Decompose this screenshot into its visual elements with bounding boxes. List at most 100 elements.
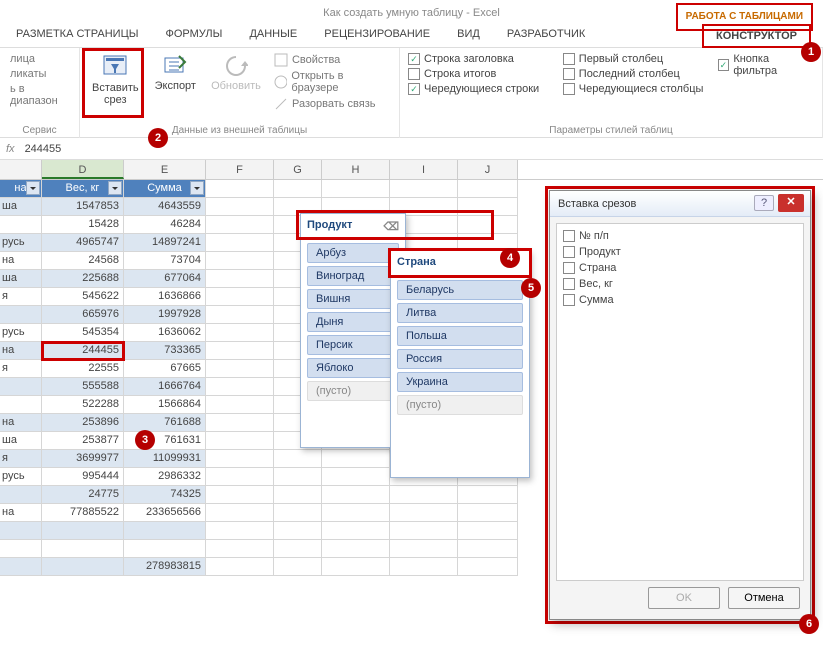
cell[interactable]: 46284	[124, 216, 206, 234]
cell[interactable]	[390, 504, 458, 522]
cell[interactable]	[322, 540, 390, 558]
cell[interactable]	[390, 522, 458, 540]
cell[interactable]: 677064	[124, 270, 206, 288]
table-header-weight[interactable]: Вес, кг	[42, 180, 124, 198]
cell[interactable]	[42, 558, 124, 576]
cell[interactable]	[206, 378, 274, 396]
cell[interactable]	[206, 198, 274, 216]
insert-slicers-dialog[interactable]: Вставка срезов ? ✕ № п/пПродуктСтранаВес…	[549, 190, 811, 620]
ok-button[interactable]: OK	[648, 587, 720, 609]
cell[interactable]	[0, 522, 42, 540]
cell[interactable]: 1636866	[124, 288, 206, 306]
cell[interactable]: я	[0, 288, 42, 306]
chk-total-row[interactable]: Строка итогов	[408, 67, 555, 81]
slicer-item[interactable]: Украина	[397, 372, 523, 392]
slicer-item[interactable]: Виноград	[307, 266, 399, 286]
slicer-item[interactable]: Польша	[397, 326, 523, 346]
cell[interactable]	[206, 252, 274, 270]
tab-design[interactable]: КОНСТРУКТОР	[702, 24, 811, 48]
cell[interactable]	[274, 468, 322, 486]
cell[interactable]: 1636062	[124, 324, 206, 342]
dialog-field-checkbox[interactable]: Страна	[561, 260, 799, 276]
slicer-item[interactable]: Персик	[307, 335, 399, 355]
slicer-item-empty[interactable]: (пусто)	[397, 395, 523, 415]
btn-properties[interactable]: Свойства	[272, 52, 391, 68]
cell[interactable]: 545622	[42, 288, 124, 306]
cell[interactable]: 67665	[124, 360, 206, 378]
cell[interactable]: 995444	[42, 468, 124, 486]
cell[interactable]: 24775	[42, 486, 124, 504]
filter-dropdown-icon[interactable]	[26, 181, 40, 195]
col-header-F[interactable]: F	[206, 160, 274, 179]
cell[interactable]	[206, 360, 274, 378]
cancel-button[interactable]: Отмена	[728, 587, 800, 609]
cell[interactable]	[274, 486, 322, 504]
cell[interactable]: 22555	[42, 360, 124, 378]
cell[interactable]	[206, 432, 274, 450]
slicer-item[interactable]: Арбуз	[307, 243, 399, 263]
cell[interactable]	[206, 486, 274, 504]
cell[interactable]: на	[0, 414, 42, 432]
slicer-item[interactable]: Литва	[397, 303, 523, 323]
cell[interactable]: 74325	[124, 486, 206, 504]
cell[interactable]: 733365	[124, 342, 206, 360]
cell[interactable]	[0, 216, 42, 234]
chk-banded-cols[interactable]: Чередующиеся столбцы	[563, 82, 710, 96]
cell[interactable]	[274, 450, 322, 468]
cell[interactable]	[206, 522, 274, 540]
cell[interactable]	[0, 306, 42, 324]
col-header-D[interactable]: D	[42, 160, 124, 179]
tab-review[interactable]: РЕЦЕНЗИРОВАНИЕ	[312, 24, 442, 44]
cell[interactable]	[322, 450, 390, 468]
cell[interactable]: 665976	[42, 306, 124, 324]
cell[interactable]	[124, 522, 206, 540]
cell[interactable]: русь	[0, 468, 42, 486]
cell[interactable]	[322, 486, 390, 504]
cell[interactable]: я	[0, 450, 42, 468]
cell[interactable]	[206, 414, 274, 432]
dialog-field-checkbox[interactable]: № п/п	[561, 228, 799, 244]
cell[interactable]	[458, 486, 518, 504]
cell[interactable]	[206, 468, 274, 486]
cell[interactable]: 233656566	[124, 504, 206, 522]
table-header-country[interactable]: на	[0, 180, 42, 198]
cell[interactable]	[274, 522, 322, 540]
cell[interactable]: я	[0, 360, 42, 378]
cell[interactable]	[0, 540, 42, 558]
cell[interactable]: 11099931	[124, 450, 206, 468]
cell[interactable]: 15428	[42, 216, 124, 234]
cell[interactable]	[0, 396, 42, 414]
help-icon[interactable]: ?	[754, 195, 774, 211]
cell[interactable]	[0, 558, 42, 576]
slicer-item[interactable]: Вишня	[307, 289, 399, 309]
cell[interactable]: 522288	[42, 396, 124, 414]
cell[interactable]: 555588	[42, 378, 124, 396]
cell[interactable]	[206, 342, 274, 360]
cell[interactable]	[274, 180, 322, 198]
cell[interactable]	[42, 522, 124, 540]
chk-filter-button[interactable]: ✓Кнопка фильтра	[718, 52, 814, 78]
cell[interactable]: 761688	[124, 414, 206, 432]
cell[interactable]	[206, 234, 274, 252]
filter-dropdown-icon[interactable]	[108, 181, 122, 195]
cell[interactable]	[206, 288, 274, 306]
cell[interactable]: на	[0, 252, 42, 270]
col-header-J[interactable]: J	[458, 160, 518, 179]
col-header-H[interactable]: H	[322, 160, 390, 179]
btn-to-range[interactable]: ь в диапазон	[8, 82, 71, 108]
cell[interactable]	[206, 540, 274, 558]
dialog-field-checkbox[interactable]: Продукт	[561, 244, 799, 260]
cell[interactable]	[390, 486, 458, 504]
cell[interactable]	[206, 270, 274, 288]
cell[interactable]	[206, 558, 274, 576]
cell[interactable]	[206, 504, 274, 522]
cell[interactable]	[390, 558, 458, 576]
cell[interactable]: 244455	[42, 342, 124, 360]
slicer-item[interactable]: Россия	[397, 349, 523, 369]
btn-unlink[interactable]: Разорвать связь	[272, 96, 391, 112]
chk-banded-rows[interactable]: ✓Чередующиеся строки	[408, 82, 555, 96]
cell[interactable]	[0, 378, 42, 396]
cell[interactable]: 1547853	[42, 198, 124, 216]
cell[interactable]	[390, 180, 458, 198]
cell[interactable]: 73704	[124, 252, 206, 270]
